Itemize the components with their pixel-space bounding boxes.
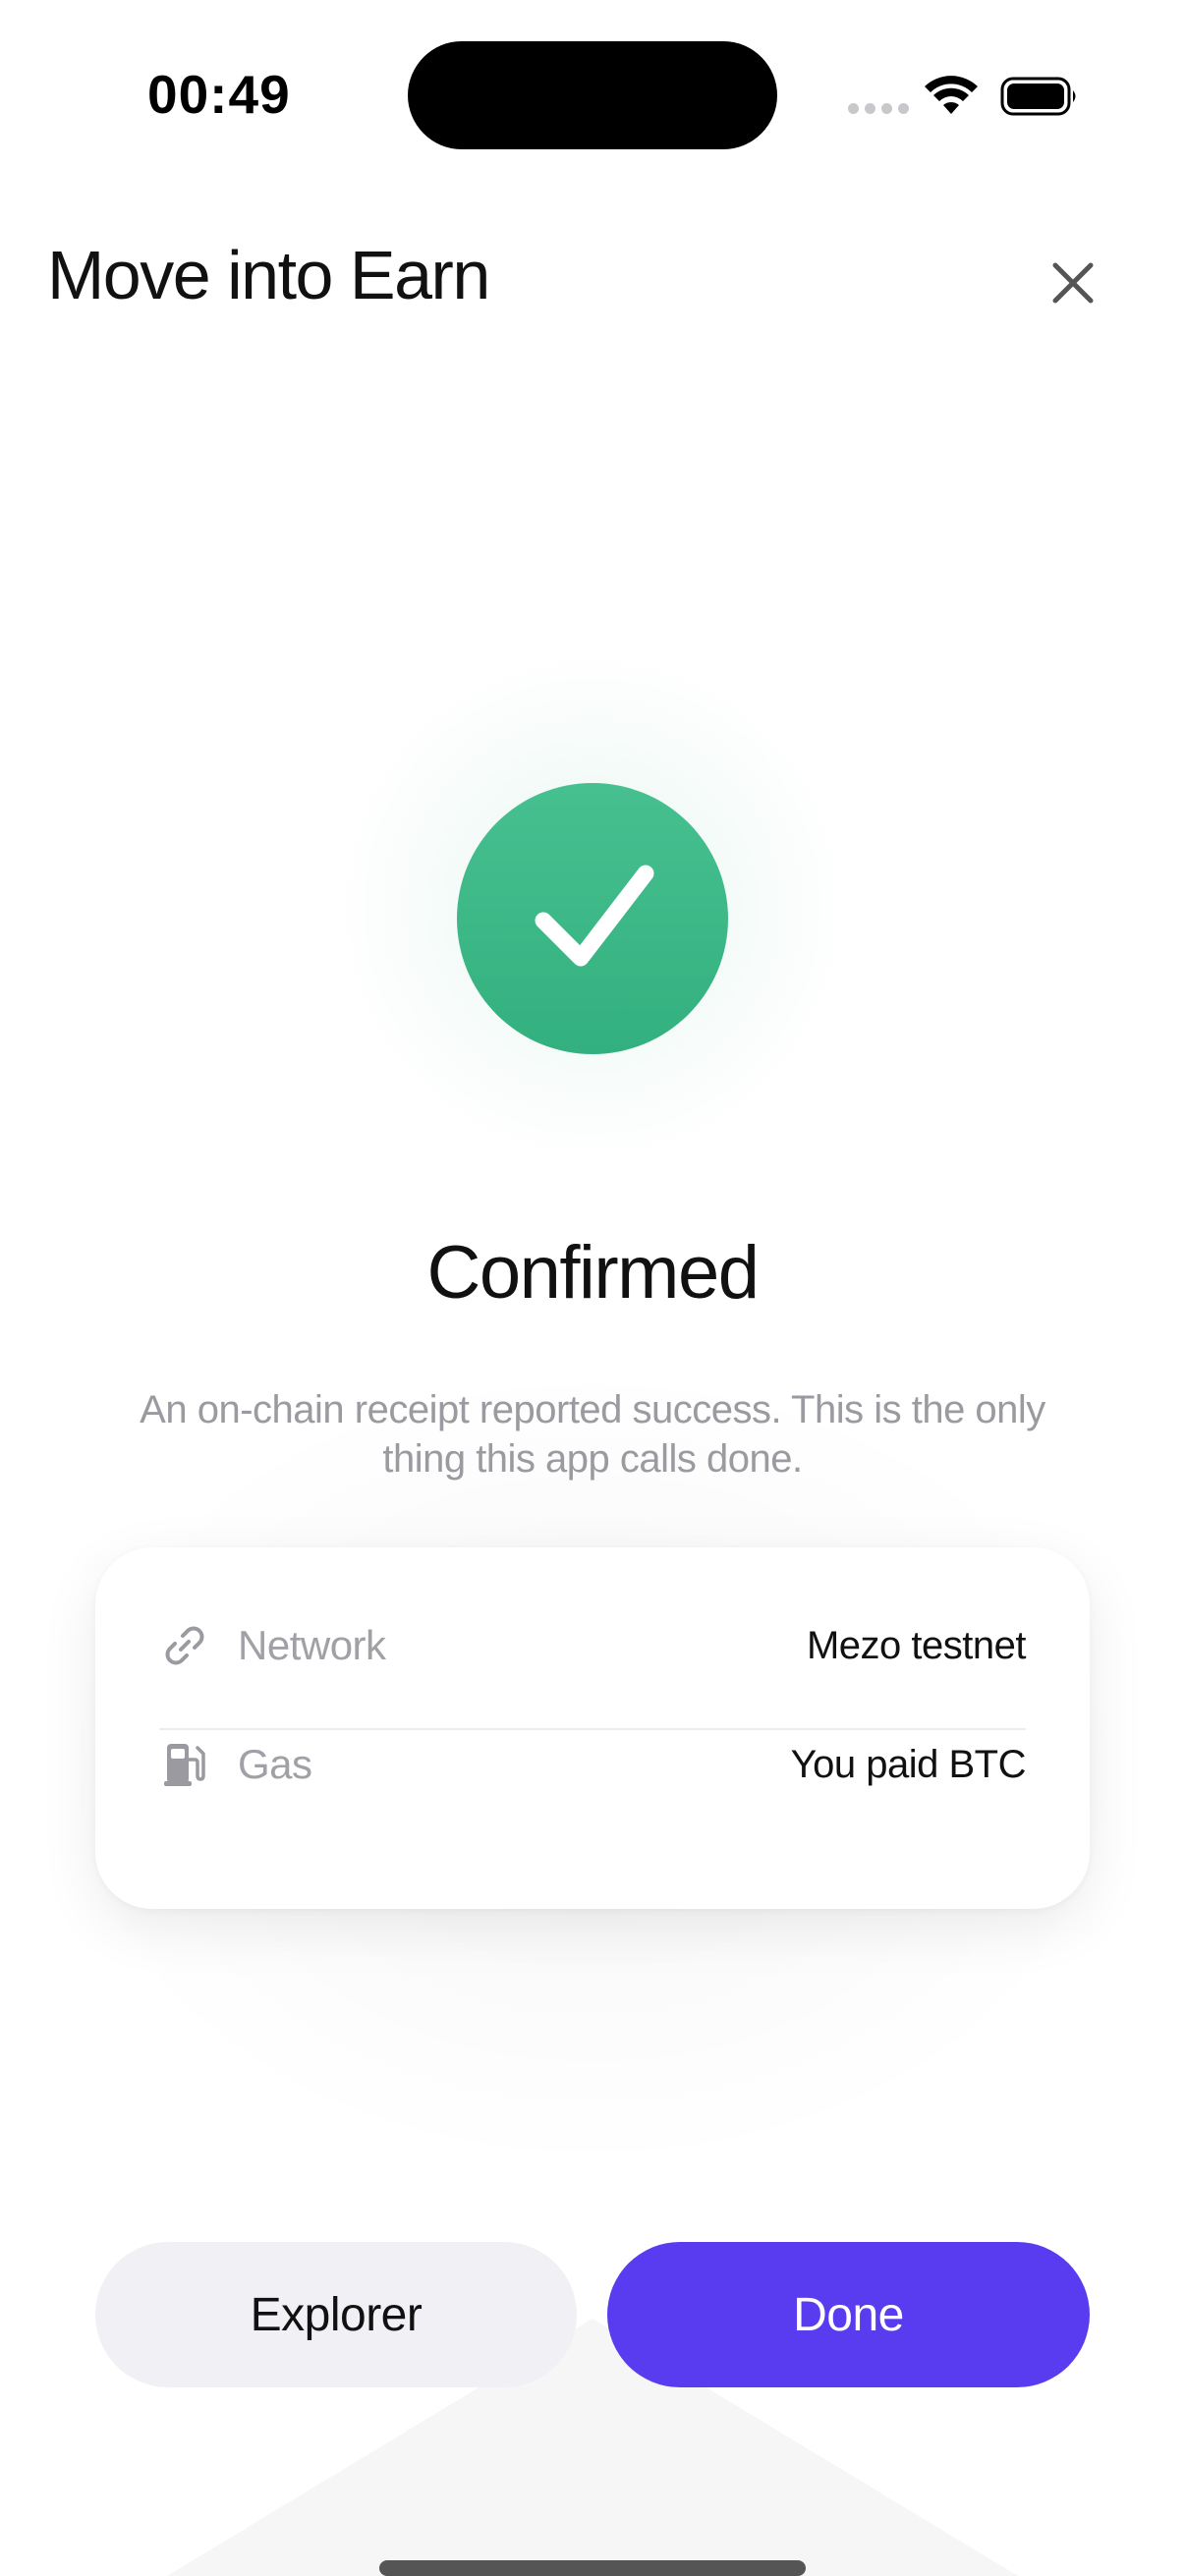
checkmark-icon (535, 865, 654, 967)
confirmation-screen: 00:49 Move into Earn Confirmed An on-cha… (0, 0, 1185, 2576)
gas-label: Gas (238, 1741, 312, 1787)
confirmation-title: Confirmed (426, 1231, 760, 1315)
close-button[interactable] (1034, 244, 1112, 322)
done-button[interactable]: Done (607, 2242, 1090, 2387)
status-time: 00:49 (147, 64, 291, 125)
network-row: Network Mezo testnet (159, 1596, 1027, 1695)
success-badge (457, 783, 728, 1054)
wifi-icon (925, 76, 978, 114)
link-icon (159, 1620, 210, 1671)
network-value: Mezo testnet (806, 1623, 1027, 1667)
close-icon (1052, 262, 1094, 304)
gas-pump-icon (159, 1739, 210, 1790)
explorer-button[interactable]: Explorer (95, 2242, 577, 2387)
dynamic-island (408, 41, 777, 149)
confirmation-description: An on-chain receipt reported success. Th… (140, 1388, 1045, 1481)
status-bar: 00:49 (0, 0, 1185, 187)
details-card: Network Mezo testnet Gas You paid BTC (95, 1547, 1090, 1909)
page-title: Move into Earn (47, 237, 490, 313)
network-label: Network (238, 1622, 386, 1668)
gas-value: You paid BTC (790, 1742, 1027, 1786)
cellular-signal-icon (848, 103, 909, 114)
battery-icon (1000, 77, 1076, 116)
gas-row: Gas You paid BTC (159, 1715, 1027, 1814)
home-indicator[interactable] (379, 2560, 806, 2576)
